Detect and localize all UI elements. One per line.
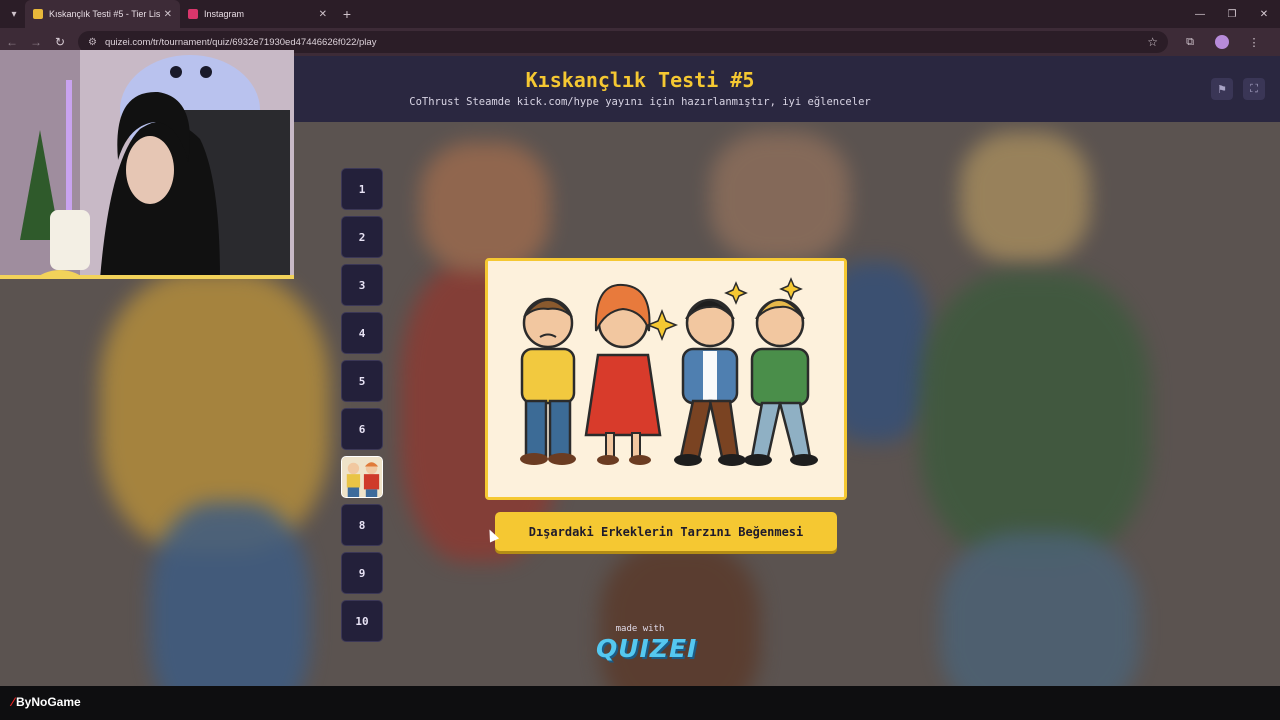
- slot-3[interactable]: 3: [341, 264, 383, 306]
- screen: ▾ Kıskançlık Testi #5 - Tier List, Ki ✕ …: [0, 0, 1280, 720]
- new-tab-icon[interactable]: +: [335, 6, 359, 22]
- couple-illustration: [488, 261, 844, 497]
- close-tab-icon[interactable]: ✕: [164, 9, 172, 20]
- url-text: quizei.com/tr/tournament/quiz/6932e71930…: [104, 36, 377, 48]
- tab-search-icon[interactable]: ▾: [3, 3, 25, 25]
- instagram-favicon-icon: [188, 9, 198, 19]
- slot-6[interactable]: 6: [341, 408, 383, 450]
- extensions-icon[interactable]: ⧉: [1174, 36, 1206, 49]
- slot-thumbnail-image: [342, 457, 382, 497]
- brand-logo: ⁄ ByNoGame: [12, 695, 81, 709]
- answer-option-button[interactable]: Dışardaki Erkeklerin Tarzını Beğenmesi: [495, 512, 837, 551]
- slot-9[interactable]: 9: [341, 552, 383, 594]
- browser-menu-icon[interactable]: ⋮: [1238, 36, 1270, 49]
- report-flag-icon[interactable]: ⚑: [1211, 78, 1233, 100]
- tab-quiz[interactable]: Kıskançlık Testi #5 - Tier List, Ki ✕: [25, 0, 180, 28]
- stream-bottom-bar: ⁄ ByNoGame: [0, 686, 1280, 720]
- restore-icon[interactable]: ❐: [1216, 9, 1248, 20]
- quizei-favicon-icon: [33, 9, 43, 19]
- ranking-slots: 1 2 3 4 5 6 7 8 9 10: [341, 168, 383, 648]
- quizei-logo[interactable]: QUIZEI: [596, 634, 696, 663]
- window-controls: — ❐ ✕: [1184, 9, 1280, 20]
- brand-flame-icon: ⁄: [12, 695, 15, 709]
- tab-instagram[interactable]: Instagram ✕: [180, 0, 335, 28]
- forward-icon[interactable]: →: [24, 35, 48, 49]
- tab-title: Instagram: [204, 9, 245, 19]
- made-with-label: made with: [615, 624, 665, 634]
- webcam-feed-image: [0, 50, 294, 279]
- streamer-webcam: [0, 50, 294, 279]
- tab-title: Kıskançlık Testi #5 - Tier List, Ki: [49, 9, 160, 19]
- toolbar-right: ⧉ ⋮: [1174, 35, 1270, 49]
- bookmark-star-icon[interactable]: ☆: [1147, 35, 1158, 49]
- slot-10[interactable]: 10: [341, 600, 383, 642]
- back-icon[interactable]: ←: [0, 35, 24, 49]
- fullscreen-icon[interactable]: ⛶: [1243, 78, 1265, 100]
- close-window-icon[interactable]: ✕: [1248, 9, 1280, 20]
- minimize-icon[interactable]: —: [1184, 9, 1216, 20]
- slot-1[interactable]: 1: [341, 168, 383, 210]
- brand-name: ByNoGame: [16, 695, 81, 709]
- site-info-icon[interactable]: ⚙: [88, 37, 97, 48]
- profile-avatar[interactable]: [1215, 35, 1229, 49]
- slot-4[interactable]: 4: [341, 312, 383, 354]
- slot-5[interactable]: 5: [341, 360, 383, 402]
- slot-2[interactable]: 2: [341, 216, 383, 258]
- browser-tabbar: ▾ Kıskançlık Testi #5 - Tier List, Ki ✕ …: [0, 0, 1280, 28]
- slot-7-filled[interactable]: 7: [341, 456, 383, 498]
- reload-icon[interactable]: ↻: [48, 35, 72, 49]
- slot-8[interactable]: 8: [341, 504, 383, 546]
- close-tab-icon[interactable]: ✕: [319, 9, 327, 20]
- quiz-item-image: [485, 258, 847, 500]
